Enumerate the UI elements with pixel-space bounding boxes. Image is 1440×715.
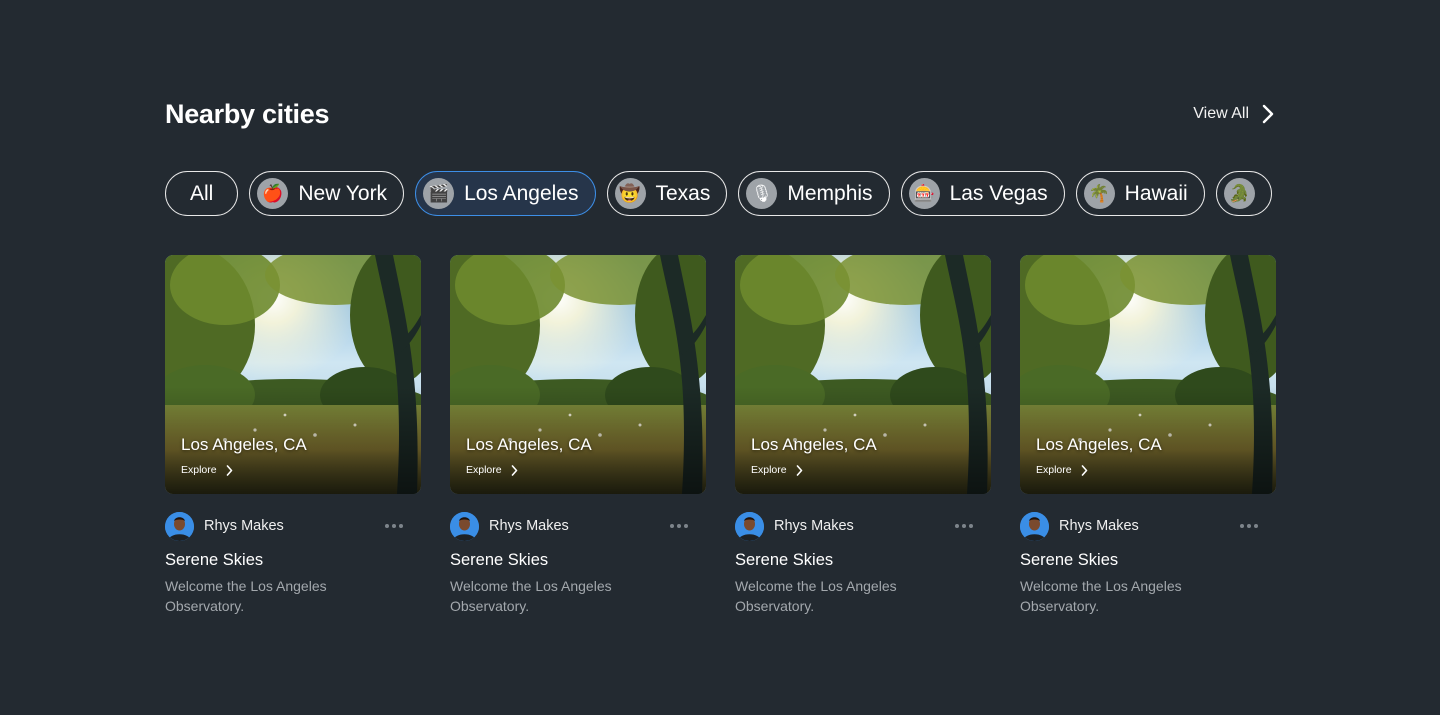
card-description: Welcome the Los Angeles Observatory.	[1020, 578, 1182, 614]
card-title: Serene Skies	[735, 551, 834, 569]
card-title: Serene Skies	[165, 551, 264, 569]
meadow-scene-image	[165, 255, 421, 494]
chip-las-vegas[interactable]: 🎰 Las Vegas	[900, 171, 1065, 216]
card-image[interactable]: Los Angeles, CA Explore	[1020, 255, 1276, 494]
author[interactable]: Rhys Makes	[165, 511, 284, 541]
explore-label: Explore	[751, 464, 787, 476]
chevron-right-icon	[796, 464, 802, 476]
avatar	[1020, 511, 1049, 541]
author-row: Rhys Makes	[1020, 511, 1276, 541]
author-row: Rhys Makes	[735, 511, 991, 541]
explore-label: Explore	[466, 464, 502, 476]
view-all-label: View All	[1193, 105, 1249, 122]
author-name: Rhys Makes	[204, 518, 284, 534]
card-image[interactable]: Los Angeles, CA Explore	[450, 255, 706, 494]
city-card: Los Angeles, CA Explore Rhys Makes Seren…	[165, 255, 421, 616]
author-row: Rhys Makes	[450, 511, 706, 541]
card-city-label: Los Angeles, CA	[181, 435, 307, 454]
chip-hawaii[interactable]: 🌴 Hawaii	[1075, 171, 1205, 216]
meadow-scene-image	[735, 255, 991, 494]
chevron-right-icon	[1262, 104, 1274, 124]
chip-more[interactable]: 🐊	[1215, 171, 1272, 216]
more-options-icon[interactable]	[385, 520, 403, 532]
chip-label: Hawaii	[1124, 181, 1188, 205]
chip-label: Los Angeles	[464, 181, 579, 205]
chip-label: Las Vegas	[949, 181, 1048, 205]
microphone-icon: 🎙	[746, 178, 778, 209]
explore-label: Explore	[181, 464, 217, 476]
card-description: Welcome the Los Angeles Observatory.	[735, 578, 897, 614]
chevron-right-icon	[511, 464, 517, 476]
view-all-link[interactable]: View All	[1193, 104, 1275, 124]
slot-machine-icon: 🎰	[908, 178, 940, 209]
author-name: Rhys Makes	[489, 518, 569, 534]
chip-label: New York	[298, 181, 388, 205]
cowboy-face-icon: 🤠	[614, 178, 646, 209]
author-name: Rhys Makes	[774, 518, 854, 534]
avatar	[735, 511, 764, 541]
more-options-icon[interactable]	[670, 520, 688, 532]
meadow-scene-image	[1020, 255, 1276, 494]
more-options-icon[interactable]	[955, 520, 973, 532]
card-image[interactable]: Los Angeles, CA Explore	[165, 255, 421, 494]
explore-label: Explore	[1036, 464, 1072, 476]
chip-texas[interactable]: 🤠 Texas	[606, 171, 728, 216]
card-title: Serene Skies	[1020, 551, 1119, 569]
explore-link[interactable]: Explore	[751, 464, 803, 476]
author[interactable]: Rhys Makes	[1020, 511, 1139, 541]
city-card: Los Angeles, CA Explore Rhys Makes Seren…	[450, 255, 706, 616]
chevron-right-icon	[226, 464, 232, 476]
author-name: Rhys Makes	[1059, 518, 1139, 534]
alligator-icon: 🐊	[1223, 178, 1255, 209]
card-title: Serene Skies	[450, 551, 549, 569]
avatar	[450, 511, 479, 541]
explore-link[interactable]: Explore	[1036, 464, 1088, 476]
card-description: Welcome the Los Angeles Observatory.	[165, 578, 327, 614]
chip-los-angeles[interactable]: 🎬 Los Angeles	[415, 171, 596, 216]
card-city-label: Los Angeles, CA	[1036, 435, 1162, 454]
chip-memphis[interactable]: 🎙 Memphis	[738, 171, 890, 216]
city-card: Los Angeles, CA Explore Rhys Makes Seren…	[1020, 255, 1276, 616]
chip-label: All	[190, 181, 214, 205]
author[interactable]: Rhys Makes	[735, 511, 854, 541]
city-cards: Los Angeles, CA Explore Rhys Makes Seren…	[165, 255, 1276, 616]
city-card: Los Angeles, CA Explore Rhys Makes Seren…	[735, 255, 991, 616]
city-filter-chips: All 🍎 New York 🎬 Los Angeles 🤠 Texas 🎙 Memphis 🎰 L…	[165, 171, 1275, 217]
chevron-right-icon	[1081, 464, 1087, 476]
section-title: Nearby cities	[165, 98, 330, 129]
explore-link[interactable]: Explore	[181, 464, 233, 476]
meadow-scene-image	[450, 255, 706, 494]
section-header: Nearby cities View All	[165, 92, 1275, 136]
apple-icon: 🍎	[257, 178, 289, 209]
chip-label: Memphis	[787, 181, 873, 205]
chip-new-york[interactable]: 🍎 New York	[249, 171, 405, 216]
author-row: Rhys Makes	[165, 511, 421, 541]
card-city-label: Los Angeles, CA	[466, 435, 592, 454]
author[interactable]: Rhys Makes	[450, 511, 569, 541]
card-description: Welcome the Los Angeles Observatory.	[450, 578, 612, 614]
palm-tree-icon: 🌴	[1083, 178, 1115, 209]
chip-all[interactable]: All	[165, 171, 239, 216]
more-options-icon[interactable]	[1240, 520, 1258, 532]
card-city-label: Los Angeles, CA	[751, 435, 877, 454]
avatar	[165, 511, 194, 541]
explore-link[interactable]: Explore	[466, 464, 518, 476]
clapperboard-icon: 🎬	[423, 178, 455, 209]
chip-label: Texas	[655, 181, 711, 205]
card-image[interactable]: Los Angeles, CA Explore	[735, 255, 991, 494]
